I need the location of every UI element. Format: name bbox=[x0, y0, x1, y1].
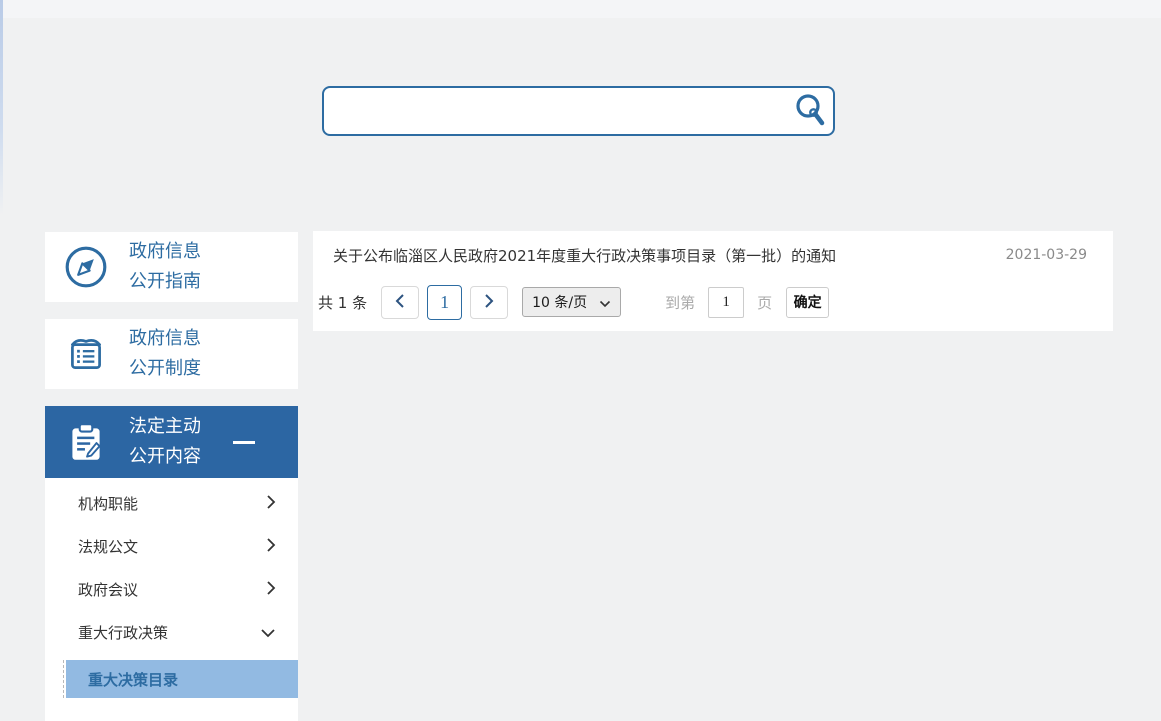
content-panel: 关于公布临淄区人民政府2021年度重大行政决策事项目录（第一批）的通知 2021… bbox=[313, 231, 1113, 331]
current-page-button[interactable]: 1 bbox=[427, 284, 463, 320]
search-bar bbox=[322, 86, 835, 136]
list-item: 关于公布临淄区人民政府2021年度重大行政决策事项目录（第一批）的通知 2021… bbox=[313, 231, 1113, 279]
clipboard-pencil-icon bbox=[63, 419, 109, 465]
magnifier-icon bbox=[793, 92, 827, 131]
chevron-right-icon bbox=[266, 580, 276, 600]
sidebar-item-label: 政府信息 公开制度 bbox=[129, 328, 201, 379]
top-band bbox=[0, 0, 1161, 18]
goto-suffix-label: 页 bbox=[757, 293, 773, 312]
subsubmenu-item-decision-catalog[interactable]: 重大决策目录 bbox=[66, 660, 298, 698]
next-page-button[interactable] bbox=[470, 285, 509, 319]
confirm-button[interactable]: 确定 bbox=[786, 286, 830, 318]
submenu-item-gov-meetings[interactable]: 政府会议 bbox=[45, 568, 298, 611]
chevron-down-icon bbox=[260, 623, 276, 642]
collapse-minus-icon bbox=[233, 440, 255, 444]
chevron-right-icon bbox=[266, 494, 276, 514]
sidebar: 政府信息 公开指南 政府信息 公开制度 法定主动 公开内容 机构职能 法规公文 … bbox=[45, 232, 298, 721]
submenu-item-major-decisions[interactable]: 重大行政决策 bbox=[45, 611, 298, 654]
prev-page-button[interactable] bbox=[381, 285, 420, 319]
pagination: 共 1 条 1 10 条/页 到第 页 确定 bbox=[313, 279, 1113, 325]
document-date: 2021-03-29 bbox=[1005, 247, 1087, 263]
chevron-down-icon bbox=[599, 293, 611, 312]
search-input[interactable] bbox=[324, 88, 787, 134]
goto-page-group: 到第 页 确定 bbox=[665, 286, 830, 318]
submenu-item-regulations[interactable]: 法规公文 bbox=[45, 525, 298, 568]
compass-icon bbox=[63, 244, 109, 290]
document-lines-icon bbox=[63, 331, 109, 377]
chevron-left-icon bbox=[395, 293, 405, 312]
goto-page-input[interactable] bbox=[708, 286, 745, 318]
goto-prefix-label: 到第 bbox=[665, 293, 696, 312]
sidebar-item-gov-info-guide[interactable]: 政府信息 公开指南 bbox=[45, 232, 298, 302]
left-edge-accent bbox=[0, 0, 3, 215]
chevron-right-icon bbox=[484, 293, 494, 312]
document-link[interactable]: 关于公布临淄区人民政府2021年度重大行政决策事项目录（第一批）的通知 bbox=[333, 245, 986, 266]
sidebar-item-label: 法定主动 公开内容 bbox=[129, 416, 201, 467]
sidebar-item-legal-disclosure[interactable]: 法定主动 公开内容 bbox=[45, 406, 298, 478]
total-count-label: 共 1 条 bbox=[318, 293, 368, 312]
subsubmenu: 重大决策目录 bbox=[63, 660, 298, 698]
sidebar-item-label: 政府信息 公开指南 bbox=[129, 241, 201, 292]
chevron-right-icon bbox=[266, 537, 276, 557]
submenu-item-org-functions[interactable]: 机构职能 bbox=[45, 482, 298, 525]
sidebar-item-gov-info-system[interactable]: 政府信息 公开制度 bbox=[45, 319, 298, 389]
sidebar-submenu: 机构职能 法规公文 政府会议 重大行政决策 重大决策目录 bbox=[45, 478, 298, 721]
page-size-select[interactable]: 10 条/页 bbox=[522, 287, 622, 317]
search-button[interactable] bbox=[787, 88, 833, 134]
